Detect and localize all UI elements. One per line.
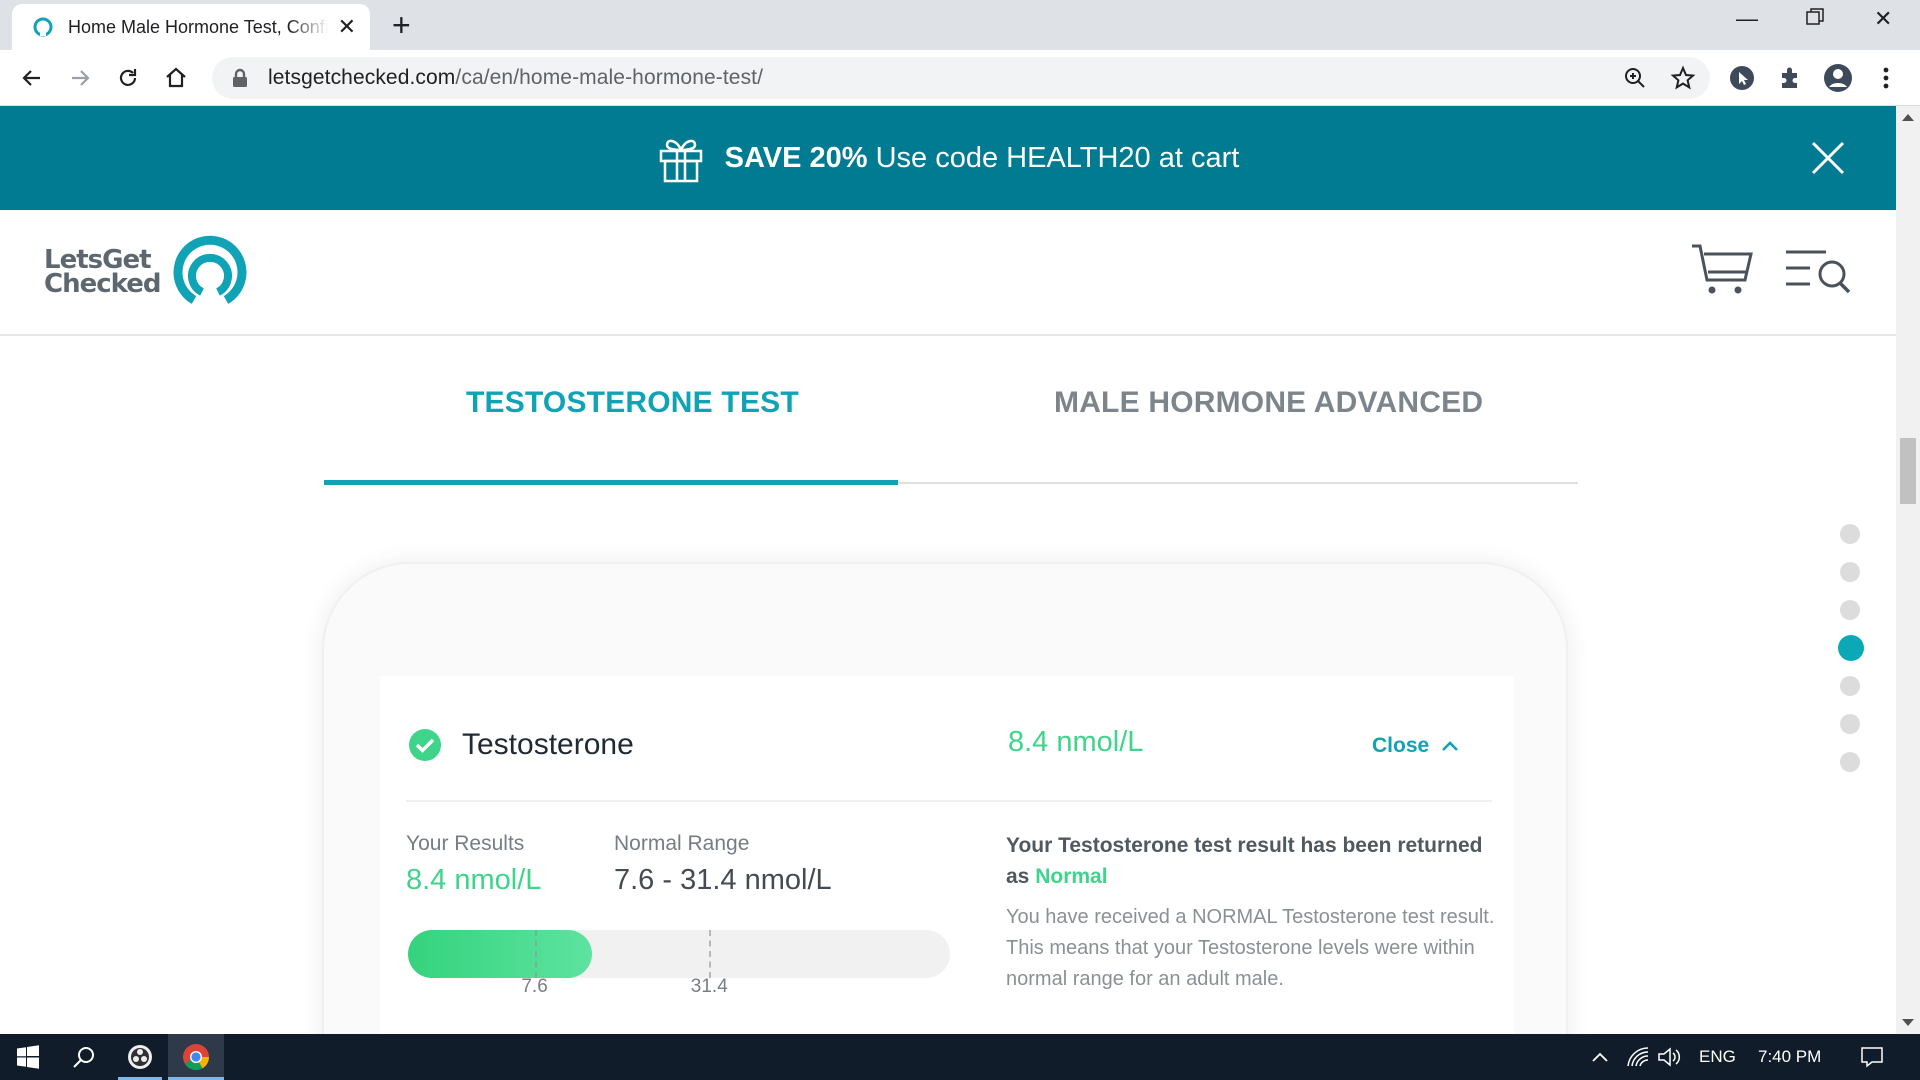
header-result-value: 8.4 nmol/L (1008, 726, 1144, 758)
browser-tab-title: Home Male Hormone Test, Confidential (68, 16, 328, 37)
obs-app-icon[interactable] (112, 1034, 168, 1080)
volume-icon[interactable] (1656, 1034, 1684, 1080)
input-language[interactable]: ENG (1699, 1047, 1736, 1067)
extension-cursor-icon[interactable] (1726, 62, 1758, 94)
gift-icon (659, 139, 702, 183)
browser-tab-strip: Home Male Hormone Test, Confidential ✕ +… (0, 0, 1920, 50)
zoom-icon[interactable] (1622, 65, 1648, 91)
cart-icon[interactable] (1690, 242, 1754, 298)
reload-icon[interactable] (112, 62, 144, 94)
section-pager-dot[interactable] (1840, 714, 1860, 734)
web-page: SAVE 20% Use code HEALTH20 at cart LetsG… (0, 106, 1896, 1034)
result-message-body: You have received a NORMAL Testosterone … (1006, 906, 1495, 990)
section-pager-dot[interactable] (1840, 676, 1860, 696)
active-tab-indicator (324, 480, 898, 485)
wifi-icon[interactable] (1624, 1034, 1652, 1080)
result-message-heading: Your Testosterone test result has been r… (1006, 830, 1496, 892)
forward-icon[interactable] (64, 62, 96, 94)
windows-taskbar: ENG 7:40 PM (0, 1034, 1920, 1080)
browser-menu-icon[interactable] (1870, 62, 1902, 94)
normal-range-value: 7.6 - 31.4 nmol/L (614, 864, 832, 896)
extensions-puzzle-icon[interactable] (1774, 62, 1806, 94)
promo-banner: SAVE 20% Use code HEALTH20 at cart (0, 106, 1896, 210)
new-tab-icon[interactable]: + (392, 9, 411, 41)
section-pager-dot[interactable] (1840, 752, 1860, 772)
menu-search-icon[interactable] (1784, 246, 1852, 296)
url-domain: letsgetchecked.com (268, 66, 456, 89)
notifications-icon[interactable] (1852, 1034, 1892, 1080)
profile-avatar-icon[interactable] (1822, 62, 1854, 94)
logo-wordmark: LetsGet Checked (44, 247, 161, 299)
normal-range-label: Normal Range (614, 832, 750, 855)
browser-tab[interactable]: Home Male Hormone Test, Confidential ✕ (12, 4, 370, 50)
site-favicon-icon (33, 17, 53, 37)
browser-toolbar: letsgetchecked.com/ca/en/home-male-hormo… (0, 50, 1920, 106)
section-pager-dot[interactable] (1840, 600, 1860, 620)
close-tab-icon[interactable]: ✕ (338, 14, 356, 40)
chevron-up-icon[interactable] (1586, 1034, 1614, 1080)
site-header: LetsGet Checked (0, 210, 1896, 336)
tab-testosterone-test[interactable]: TESTOSTERONE TEST (466, 386, 799, 420)
restore-window-icon[interactable] (1806, 6, 1824, 32)
home-icon[interactable] (160, 62, 192, 94)
your-results-value: 8.4 nmol/L (406, 864, 542, 896)
section-pager-dot[interactable] (1840, 562, 1860, 582)
result-status: Normal (1035, 865, 1108, 888)
scroll-up-arrow-icon[interactable] (1902, 114, 1914, 121)
url-text: letsgetchecked.com/ca/en/home-male-hormo… (268, 66, 763, 90)
range-bar-track (408, 930, 950, 978)
range-min-marker (535, 930, 538, 978)
range-min-label: 7.6 (521, 976, 548, 997)
bookmark-star-icon[interactable] (1670, 65, 1696, 91)
close-label: Close (1372, 734, 1430, 757)
scrollbar-thumb[interactable] (1900, 438, 1916, 504)
back-icon[interactable] (16, 62, 48, 94)
logo-line-2: Checked (44, 269, 161, 299)
range-max-marker (708, 930, 711, 978)
product-tabs: TESTOSTERONE TEST MALE HORMONE ADVANCED (324, 336, 1578, 485)
minimize-window-icon[interactable]: — (1736, 6, 1758, 32)
promo-discount: SAVE 20% (724, 141, 868, 174)
range-bar-fill (408, 930, 593, 978)
range-max-label: 31.4 (690, 976, 728, 997)
chrome-app-icon[interactable] (168, 1034, 224, 1080)
scroll-down-arrow-icon[interactable] (1902, 1019, 1914, 1026)
section-pager-dot[interactable] (1840, 524, 1860, 544)
phone-mockup: Testosterone 8.4 nmol/L Close Your Resul… (322, 562, 1568, 1034)
windows-start-icon[interactable] (0, 1034, 56, 1080)
chevron-up-icon (1442, 741, 1459, 751)
card-divider (406, 800, 1492, 802)
test-name: Testosterone (462, 728, 634, 761)
url-path: /ca/en/home-male-hormone-test/ (455, 66, 764, 89)
result-card: Testosterone 8.4 nmol/L Close Your Resul… (380, 676, 1514, 1034)
close-details-button[interactable]: Close (1372, 734, 1459, 758)
tab-male-hormone-advanced[interactable]: MALE HORMONE ADVANCED (1054, 386, 1483, 420)
check-circle-icon (409, 729, 441, 761)
close-banner-icon[interactable] (1810, 140, 1846, 176)
site-logo[interactable]: LetsGet Checked (44, 234, 248, 310)
page-scrollbar[interactable] (1896, 106, 1920, 1034)
your-results-label: Your Results (406, 832, 525, 855)
address-bar[interactable]: letsgetchecked.com/ca/en/home-male-hormo… (212, 57, 1710, 99)
lock-icon[interactable] (230, 68, 250, 88)
promo-code-text: Use code HEALTH20 at cart (875, 141, 1240, 174)
close-window-icon[interactable]: ✕ (1874, 6, 1892, 32)
section-pager-dot[interactable] (1838, 635, 1864, 661)
search-icon[interactable] (56, 1034, 112, 1080)
system-clock[interactable]: 7:40 PM (1758, 1047, 1821, 1067)
logo-mark-icon (174, 235, 247, 304)
